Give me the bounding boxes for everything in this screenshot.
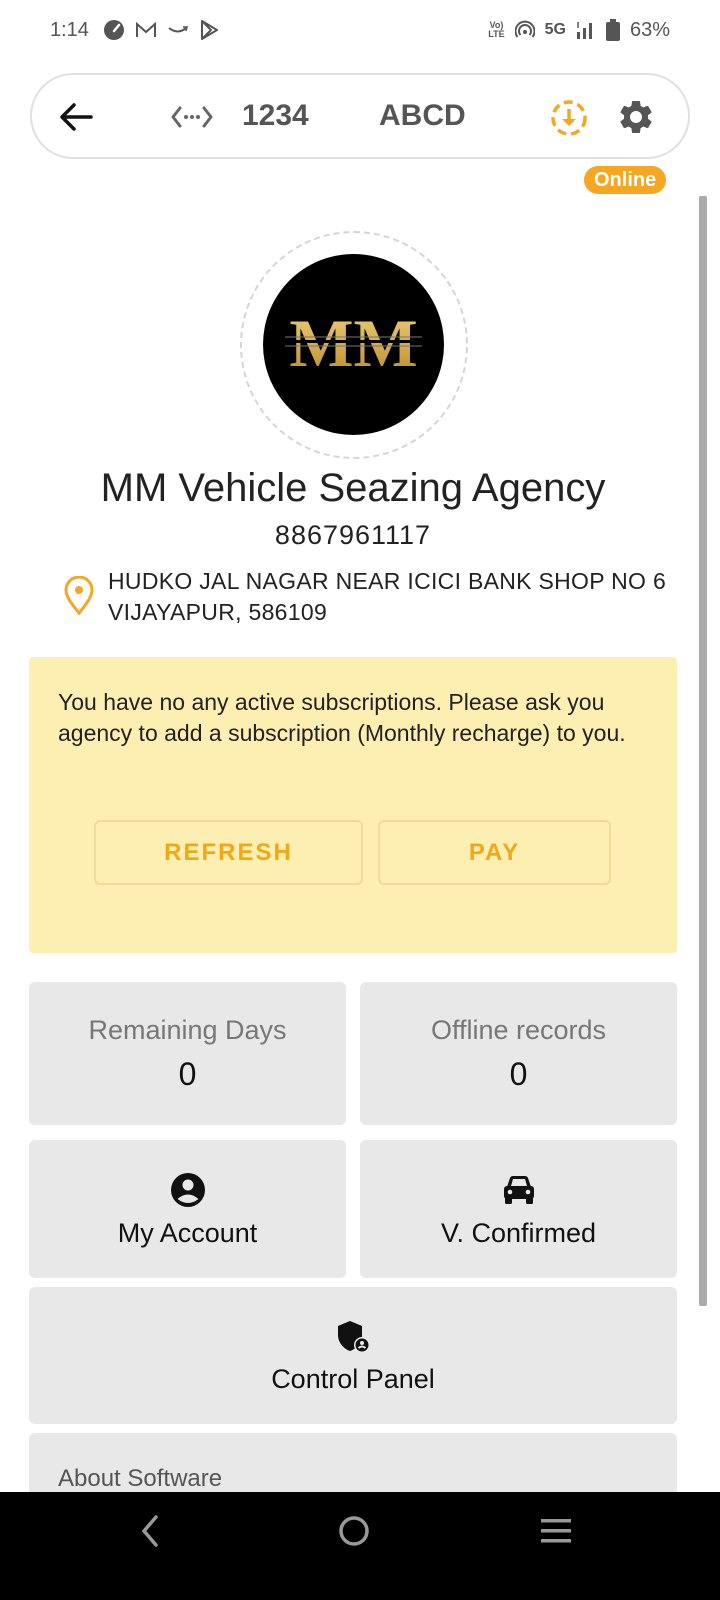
back-button[interactable] [56,97,96,137]
chevron-left-icon [141,1515,158,1547]
offline-records-label: Offline records [430,1014,607,1045]
offline-records-value: 0 [509,1055,528,1092]
home-circle-icon [339,1516,369,1546]
network-type: 5G [544,21,566,38]
battery-icon [605,19,620,41]
hotspot-icon [514,20,535,40]
gmail-icon [135,21,157,39]
menu-lines-icon [541,1519,571,1543]
vehicles-confirmed-button[interactable]: V. Confirmed [360,1140,677,1278]
connection-icon [170,101,214,133]
remaining-days-label: Remaining Days [88,1014,287,1045]
gear-icon [620,100,652,133]
scrollbar[interactable] [699,196,707,1306]
agency-name: MM Vehicle Seazing Agency [100,466,606,510]
location-pin-icon [64,576,94,616]
system-nav-bar [0,1492,720,1600]
offline-records-tile[interactable]: Offline records 0 [360,982,677,1125]
refresh-button[interactable]: REFRESH [94,820,363,885]
arrow-left-icon [60,103,93,131]
sync-download-button[interactable] [548,97,590,139]
address-row: HUDKO JAL NAGAR NEAR ICICI BANK SHOP NO … [62,566,672,628]
about-software-label: About Software [58,1465,223,1492]
nav-recents-button[interactable] [526,1506,586,1556]
control-panel-label: Control Panel [271,1364,435,1394]
control-panel-button[interactable]: Control Panel [29,1287,677,1424]
admin-shield-icon [333,1316,373,1356]
remaining-days-value: 0 [178,1055,197,1092]
speedometer-icon [103,19,125,41]
subscription-warning-card: You have no any active subscriptions. Pl… [29,657,677,953]
remaining-days-tile: Remaining Days 0 [29,982,346,1125]
my-account-label: My Account [117,1217,258,1248]
amazon-icon [167,23,189,37]
battery-percent: 63% [629,18,670,41]
settings-button[interactable] [616,97,658,139]
volte-indicator: Vo) LTE [488,20,505,39]
agency-logo: MM [263,254,444,435]
vehicles-confirmed-label: V. Confirmed [440,1217,597,1248]
device-name: ABCD [379,99,466,132]
nav-back-button[interactable] [120,1506,180,1556]
signal-icon [576,20,596,40]
download-circle-icon [551,100,587,136]
app-header: 1234 ABCD [30,73,690,159]
status-bar: 1:14 Vo) LTE 5G 63% [0,0,720,60]
play-store-icon [199,19,219,41]
car-icon [499,1170,539,1210]
device-id: 1234 [242,99,309,132]
agency-phone[interactable]: 8867961117 [0,520,706,551]
pay-button[interactable]: PAY [378,820,611,885]
nav-home-button[interactable] [324,1506,384,1556]
subscription-warning-text: You have no any active subscriptions. Pl… [58,689,626,746]
status-time: 1:14 [50,18,89,41]
my-account-button[interactable]: My Account [29,1140,346,1278]
agency-address: HUDKO JAL NAGAR NEAR ICICI BANK SHOP NO … [108,568,667,625]
account-circle-icon [168,1170,208,1210]
online-status-badge: Online [584,166,667,194]
